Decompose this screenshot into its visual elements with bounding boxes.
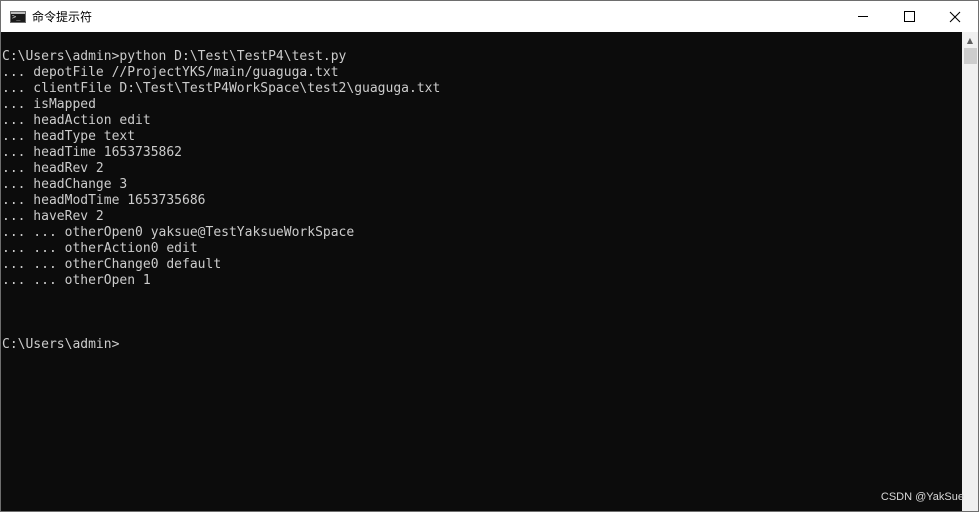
console-line: ... ... otherChange0 default — [2, 257, 222, 272]
console-line: ... headTime 1653735862 — [2, 145, 183, 160]
window-title: 命令提示符 — [32, 10, 93, 24]
console-line: ... ... otherAction0 edit — [2, 241, 198, 256]
close-button[interactable] — [932, 1, 978, 32]
console-line: ... headRev 2 — [2, 161, 104, 176]
close-icon — [949, 11, 961, 22]
console-line: ... haveRev 2 — [2, 209, 104, 224]
console-line: ... isMapped — [2, 97, 96, 112]
watermark: CSDN @YakSue — [880, 491, 964, 503]
vertical-scrollbar[interactable]: ▲ — [962, 32, 978, 511]
console-prompt[interactable]: C:\Users\admin> — [1, 337, 962, 353]
console-line: C:\Users\admin>python D:\Test\TestP4\tes… — [2, 49, 347, 64]
scroll-thumb[interactable] — [964, 48, 977, 64]
console-output[interactable]: C:\Users\admin>python D:\Test\TestP4\tes… — [1, 32, 962, 511]
maximize-icon — [903, 11, 915, 22]
console-line: ... depotFile //ProjectYKS/main/guaguga.… — [2, 65, 339, 80]
cmd-icon[interactable] — [10, 10, 26, 23]
scroll-up-arrow-icon[interactable]: ▲ — [962, 32, 978, 48]
title-bar[interactable]: 命令提示符 — [1, 1, 978, 32]
minimize-button[interactable] — [840, 1, 886, 32]
console-line: ... clientFile D:\Test\TestP4WorkSpace\t… — [2, 81, 441, 96]
maximize-button[interactable] — [886, 1, 932, 32]
minimize-icon — [858, 16, 868, 17]
console-line: ... headAction edit — [2, 113, 151, 128]
console-line: ... headChange 3 — [2, 177, 128, 192]
console-line: ... headModTime 1653735686 — [2, 193, 206, 208]
cmd-window: 命令提示符 C:\Users\admin>python D:\Test\Test… — [0, 0, 979, 512]
console-line: ... ... otherOpen0 yaksue@TestYaksueWork… — [2, 225, 355, 240]
console-line: ... ... otherOpen 1 — [2, 273, 151, 288]
console-line: ... headType text — [2, 129, 136, 144]
